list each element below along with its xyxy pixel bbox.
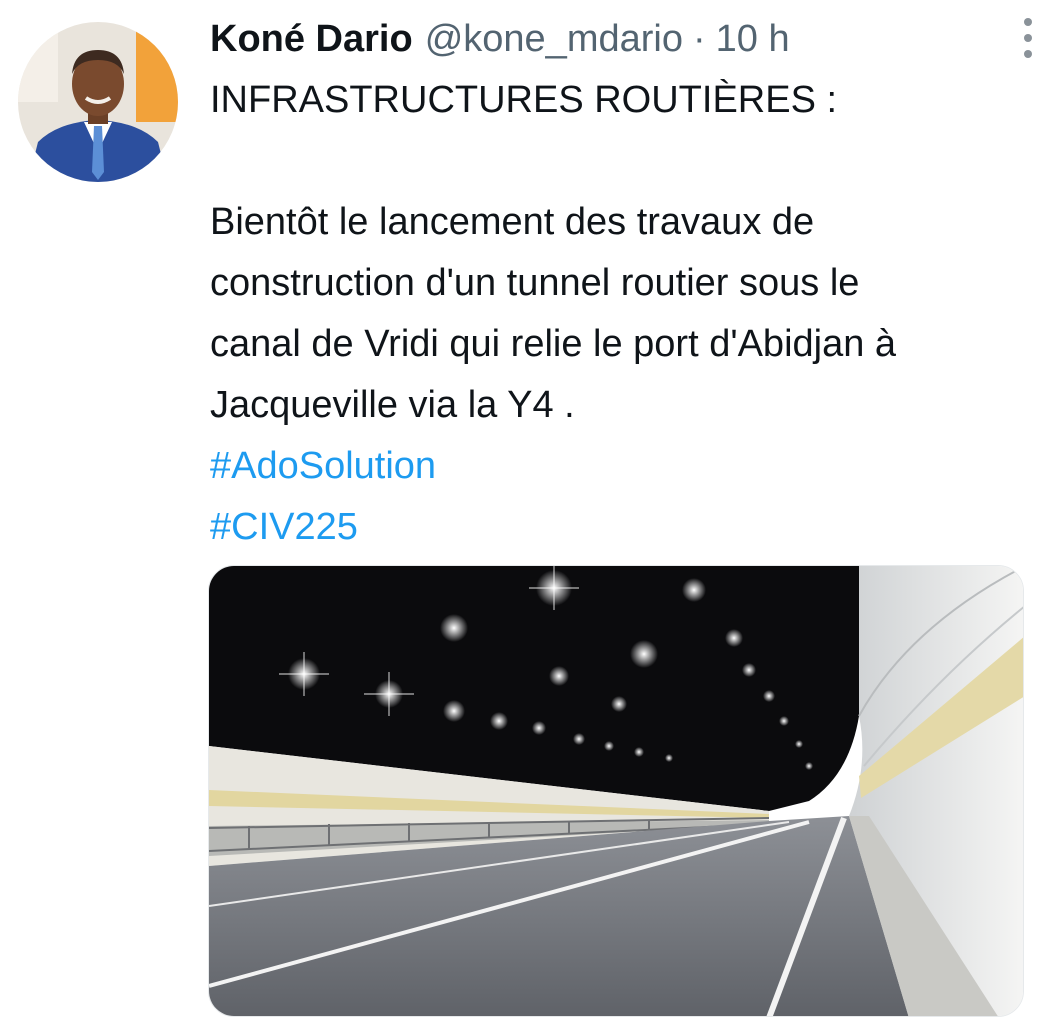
author-handle[interactable]: @kone_mdario (425, 14, 683, 64)
avatar[interactable] (18, 22, 178, 182)
more-dot (1024, 50, 1032, 58)
tweet-body-line: Jacqueville via la Y4 . (210, 384, 575, 426)
more-dot (1024, 34, 1032, 42)
tweet-body-line: Bientôt le lancement des travaux de (210, 201, 815, 243)
tweet-header: Koné Dario @kone_mdario · 10 h (210, 14, 1030, 64)
hashtag-link[interactable]: #CIV225 (210, 497, 1030, 558)
header-separator: · (692, 18, 706, 60)
tweet-card: Koné Dario @kone_mdario · 10 h INFRASTRU… (0, 0, 1060, 1020)
avatar-image (18, 22, 178, 182)
more-dot (1024, 18, 1032, 26)
hashtag-link[interactable]: #AdoSolution (210, 436, 1030, 497)
tweet-content: Koné Dario @kone_mdario · 10 h INFRASTRU… (210, 14, 1030, 558)
tweet-timestamp[interactable]: 10 h (716, 14, 790, 64)
tweet-headline: INFRASTRUCTURES ROUTIÈRES : (210, 79, 838, 121)
tunnel-photo (209, 566, 1023, 1016)
tweet-body-line: construction d'un tunnel routier sous le (210, 262, 860, 304)
tweet-text: INFRASTRUCTURES ROUTIÈRES : Bientôt le l… (210, 70, 1030, 558)
more-vertical-icon[interactable] (1022, 18, 1034, 58)
tweet-media-image[interactable] (208, 565, 1024, 1017)
tweet-body-line: canal de Vridi qui relie le port d'Abidj… (210, 323, 897, 365)
author-name[interactable]: Koné Dario (210, 14, 413, 64)
